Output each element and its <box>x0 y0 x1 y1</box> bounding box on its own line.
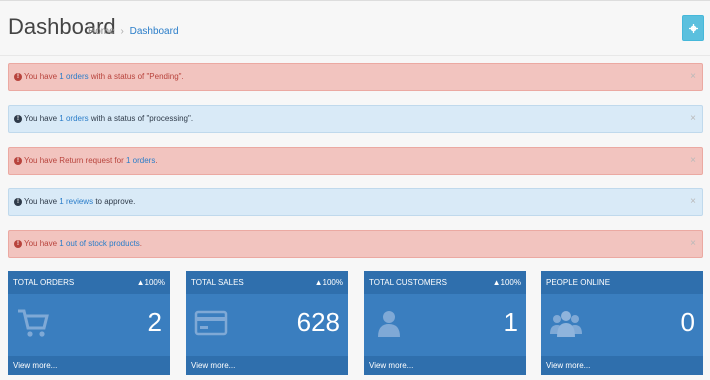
alert-link[interactable]: 1 orders <box>59 72 88 81</box>
gear-icon <box>688 23 698 33</box>
tile-label: Total Customers <box>369 278 447 287</box>
tile-header: People Online <box>541 271 703 294</box>
exclamation-icon: ! <box>14 114 22 123</box>
tile-header: Total Customers ▲100% <box>364 271 526 294</box>
alert-return-requests: ! You have Return request for 1 orders. × <box>8 147 703 175</box>
tile-value: 2 <box>147 307 162 337</box>
alert-out-of-stock: ! You have 1 out of stock products. × <box>8 230 703 258</box>
tile-value: 0 <box>680 307 695 337</box>
tile-people-online: People Online 0 View more... <box>541 271 703 375</box>
close-icon[interactable]: × <box>690 231 696 257</box>
users-icon <box>550 311 582 337</box>
alert-link[interactable]: 1 out of stock products <box>59 239 140 248</box>
alert-processing-orders: ! You have 1 orders with a status of "pro… <box>8 105 703 133</box>
close-icon[interactable]: × <box>690 64 696 90</box>
breadcrumb-current[interactable]: Dashboard <box>130 26 179 37</box>
breadcrumb: Home › Dashboard <box>88 26 179 37</box>
tile-percent: ▲100% <box>314 278 343 287</box>
breadcrumb-home[interactable]: Home <box>88 26 115 37</box>
page-header: Dashboard Home › Dashboard <box>0 0 710 56</box>
view-more-link[interactable]: View more... <box>541 356 703 375</box>
tile-percent: ▲100% <box>492 278 521 287</box>
tile-header: Total Orders ▲100% <box>8 271 170 294</box>
tile-label: Total Orders <box>13 278 75 287</box>
tile-header: Total Sales ▲100% <box>186 271 348 294</box>
settings-button[interactable] <box>682 15 704 41</box>
caret-up-icon: ▲ <box>136 278 145 287</box>
tile-value: 628 <box>296 307 340 337</box>
alert-link[interactable]: 1 orders <box>126 156 155 165</box>
exclamation-icon: ! <box>14 156 22 165</box>
tile-label: Total Sales <box>191 278 244 287</box>
cart-icon <box>18 309 49 337</box>
caret-up-icon: ▲ <box>314 278 323 287</box>
alert-pending-orders: ! You have 1 orders with a status of "Pen… <box>8 63 703 91</box>
alert-link[interactable]: 1 orders <box>59 114 88 123</box>
caret-up-icon: ▲ <box>492 278 501 287</box>
credit-card-icon <box>194 310 228 336</box>
alert-link[interactable]: 1 reviews <box>59 197 93 206</box>
close-icon[interactable]: × <box>690 106 696 132</box>
breadcrumb-separator: › <box>120 26 124 37</box>
close-icon[interactable]: × <box>690 148 696 174</box>
tile-total-sales: Total Sales ▲100% 628 View more... <box>186 271 348 375</box>
close-icon[interactable]: × <box>690 189 696 215</box>
view-more-link[interactable]: View more... <box>8 356 170 375</box>
alert-reviews: ! You have 1 reviews to approve. × <box>8 188 703 216</box>
tile-percent: ▲100% <box>136 278 165 287</box>
exclamation-icon: ! <box>14 197 22 206</box>
exclamation-icon: ! <box>14 239 22 248</box>
view-more-link[interactable]: View more... <box>186 356 348 375</box>
tile-total-orders: Total Orders ▲100% 2 View more... <box>8 271 170 375</box>
exclamation-icon: ! <box>14 72 22 81</box>
user-icon <box>378 311 400 337</box>
tile-total-customers: Total Customers ▲100% 1 View more... <box>364 271 526 375</box>
tile-label: People Online <box>546 278 611 287</box>
tile-value: 1 <box>503 307 518 337</box>
view-more-link[interactable]: View more... <box>364 356 526 375</box>
